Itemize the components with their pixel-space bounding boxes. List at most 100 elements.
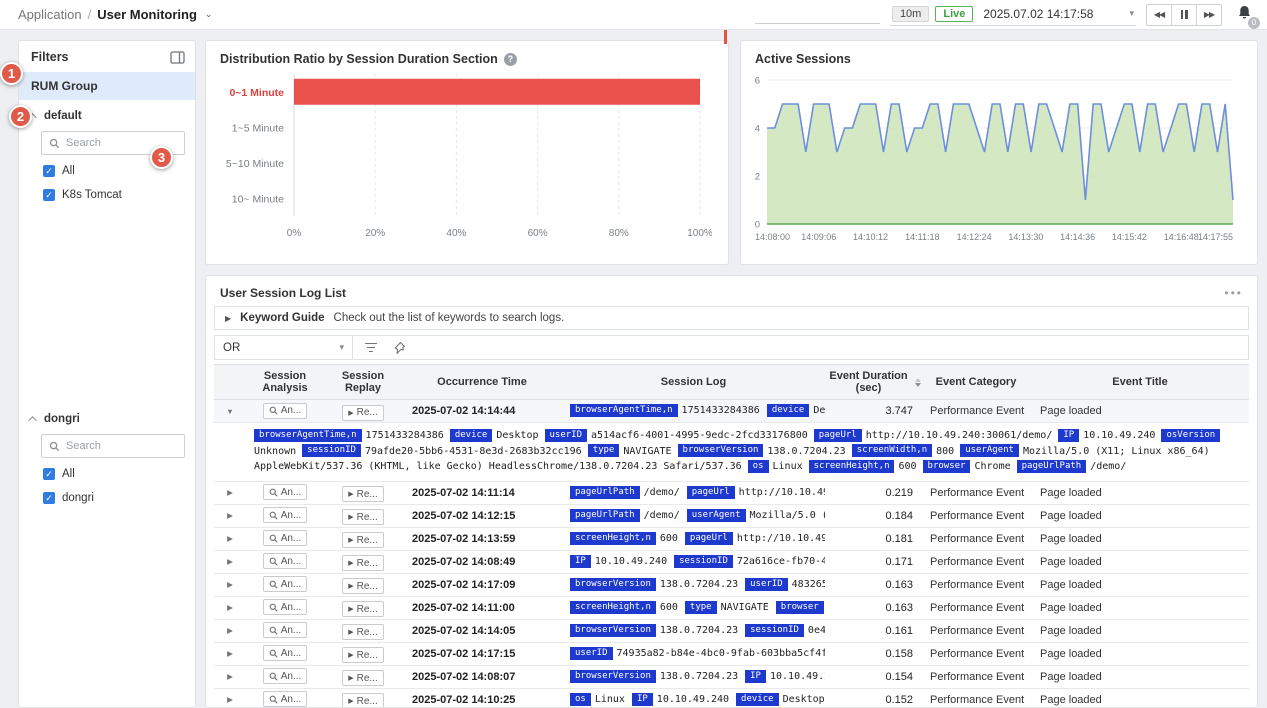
expand-row-icon[interactable]: ▶ xyxy=(214,649,246,658)
collapse-row-icon[interactable]: ▼ xyxy=(214,407,246,416)
session-replay-button[interactable]: ▶ Re... xyxy=(342,555,384,571)
session-replay-button[interactable]: ▶ Re... xyxy=(342,532,384,548)
pause-button[interactable] xyxy=(1171,3,1197,26)
expand-row-icon[interactable]: ▶ xyxy=(214,534,246,543)
topbar-search-input[interactable] xyxy=(754,6,880,24)
column-header-event-duration-sec-[interactable]: Event Duration (sec) xyxy=(825,370,921,394)
expand-row-icon[interactable]: ▶ xyxy=(214,488,246,497)
event-category: Performance Event xyxy=(930,670,1025,683)
expand-row-icon[interactable]: ▶ xyxy=(214,580,246,589)
session-replay-button[interactable]: ▶ Re... xyxy=(342,578,384,594)
svg-text:1~5 Minute: 1~5 Minute xyxy=(232,122,284,134)
table-row: ▶ An... ▶ Re... 2025-07-02 14:11:00 screenHei… xyxy=(214,596,1249,620)
breadcrumb-application[interactable]: Application xyxy=(18,7,82,22)
session-analysis-button[interactable]: An... xyxy=(262,599,308,615)
session-analysis-button[interactable]: An... xyxy=(262,402,308,419)
keyword-guide-bar[interactable]: ▶ Keyword Guide Check out the list of ke… xyxy=(214,306,1249,330)
sidebar-item-rum-group[interactable]: RUM Group xyxy=(19,72,195,100)
event-category: Performance Event xyxy=(930,601,1025,614)
time-range-control[interactable]: 10m Live 2025.07.02 14:17:58 ▾ xyxy=(889,4,1136,26)
session-replay-button[interactable]: ▶ Re... xyxy=(342,693,384,707)
session-analysis-button[interactable]: An... xyxy=(262,484,308,500)
table-row: ▶ An... ▶ Re... 2025-07-02 14:08:07 browserVe… xyxy=(214,665,1249,689)
checkbox-checked-icon[interactable]: ✓ xyxy=(43,468,55,480)
session-replay-button[interactable]: ▶ Re... xyxy=(342,624,384,640)
panel-resize-handle[interactable] xyxy=(724,30,727,44)
expand-row-icon[interactable]: ▶ xyxy=(214,603,246,612)
event-title: Page loaded xyxy=(1040,624,1102,637)
log-value: 1751433284386 xyxy=(681,405,760,417)
session-replay-button[interactable]: ▶ Re... xyxy=(342,601,384,617)
log-key-tag: IP xyxy=(570,554,591,568)
pin-icon[interactable] xyxy=(393,341,406,354)
checkbox-checked-icon[interactable]: ✓ xyxy=(43,189,55,201)
session-replay-button[interactable]: ▶ Re... xyxy=(342,404,384,421)
event-category: Performance Event xyxy=(930,509,1025,522)
table-row: ▶ An... ▶ Re... 2025-07-02 14:13:59 screenHei… xyxy=(214,527,1249,551)
filter-icon[interactable] xyxy=(365,342,377,353)
search-input[interactable] xyxy=(66,440,166,452)
session-replay-button[interactable]: ▶ Re... xyxy=(342,509,384,525)
expand-row-icon[interactable]: ▶ xyxy=(214,695,246,704)
session-analysis-button[interactable]: An... xyxy=(262,668,308,684)
session-replay-button[interactable]: ▶ Re... xyxy=(342,647,384,663)
session-analysis-button[interactable]: An... xyxy=(262,691,308,707)
group-dongri-search[interactable] xyxy=(41,434,185,458)
search-input[interactable] xyxy=(66,137,166,149)
expand-row-icon[interactable]: ▶ xyxy=(214,626,246,635)
rewind-button[interactable]: ◀◀ xyxy=(1146,3,1172,26)
log-key-tag: sessionID xyxy=(302,444,361,457)
breadcrumb-user-monitoring[interactable]: User Monitoring xyxy=(97,7,197,22)
session-log-cell: browserVersion138.0.7204.23 userID4832650… xyxy=(562,576,825,594)
session-replay-button[interactable]: ▶ Re... xyxy=(342,670,384,686)
svg-text:14:17:55: 14:17:55 xyxy=(1198,232,1233,242)
svg-text:6: 6 xyxy=(755,76,760,87)
filter-checkbox-dongri[interactable]: ✓ dongri xyxy=(29,486,185,510)
session-analysis-button[interactable]: An... xyxy=(262,507,308,523)
expand-row-icon[interactable]: ▶ xyxy=(214,672,246,681)
session-analysis-button[interactable]: An... xyxy=(262,622,308,638)
log-value: Chrome xyxy=(974,461,1011,472)
log-key-tag: device xyxy=(736,692,779,706)
more-menu-icon[interactable]: ••• xyxy=(1224,286,1243,300)
log-key-tag: sessionID xyxy=(674,554,733,568)
checkbox-checked-icon[interactable]: ✓ xyxy=(43,492,55,504)
session-analysis-button[interactable]: An... xyxy=(262,530,308,546)
expand-row-icon[interactable]: ▶ xyxy=(214,557,246,566)
live-badge[interactable]: Live xyxy=(935,5,974,22)
datetime-value[interactable]: 2025.07.02 14:17:58 xyxy=(979,7,1097,21)
filter-checkbox-k8s-tomcat[interactable]: ✓ K8s Tomcat xyxy=(29,183,185,207)
expand-row-icon[interactable]: ▶ xyxy=(214,511,246,520)
log-value: Desktop xyxy=(813,405,825,417)
annotation-badge-3: 3 xyxy=(150,146,173,169)
svg-text:0~1 Minute: 0~1 Minute xyxy=(229,87,284,99)
log-value: http://10.10.49.240:30061/demo/ xyxy=(736,532,825,544)
time-range-badge[interactable]: 10m xyxy=(891,5,930,22)
group-dongri-toggle[interactable]: dongri xyxy=(28,413,185,425)
event-category: Performance Event xyxy=(930,555,1025,568)
group-default-toggle[interactable]: default xyxy=(28,110,185,122)
log-list-title: User Session Log List xyxy=(220,286,347,300)
session-analysis-button[interactable]: An... xyxy=(262,576,308,592)
operator-select[interactable]: OR ▾ xyxy=(215,336,353,359)
event-title: Page loaded xyxy=(1040,693,1102,706)
svg-text:4: 4 xyxy=(755,124,760,135)
session-analysis-button[interactable]: An... xyxy=(262,645,308,661)
session-analysis-button[interactable]: An... xyxy=(262,553,308,569)
session-replay-button[interactable]: ▶ Re... xyxy=(342,486,384,502)
filter-checkbox-all[interactable]: ✓ All xyxy=(29,462,185,486)
active-sessions-panel: Active Sessions 0 2 4 6 14:08:00 14:09:06 14:1… xyxy=(740,40,1258,265)
keyword-guide-description: Check out the list of keywords to search… xyxy=(333,312,565,324)
chevron-down-icon[interactable]: ▾ xyxy=(1129,8,1134,19)
checkbox-checked-icon[interactable]: ✓ xyxy=(43,165,55,177)
chevron-down-icon[interactable]: ⌄ xyxy=(205,9,213,20)
event-duration: 0.219 xyxy=(885,486,913,499)
collapse-panel-icon[interactable] xyxy=(170,50,185,64)
log-key-tag: screenHeight,n xyxy=(808,459,895,473)
event-duration: 0.158 xyxy=(885,647,913,660)
notification-bell-button[interactable]: 0 xyxy=(1236,4,1260,29)
log-key-tag: IP xyxy=(745,669,766,683)
playback-controls: ◀◀ ▶▶ xyxy=(1146,3,1222,26)
forward-button[interactable]: ▶▶ xyxy=(1196,3,1222,26)
help-icon[interactable]: ? xyxy=(503,52,517,66)
